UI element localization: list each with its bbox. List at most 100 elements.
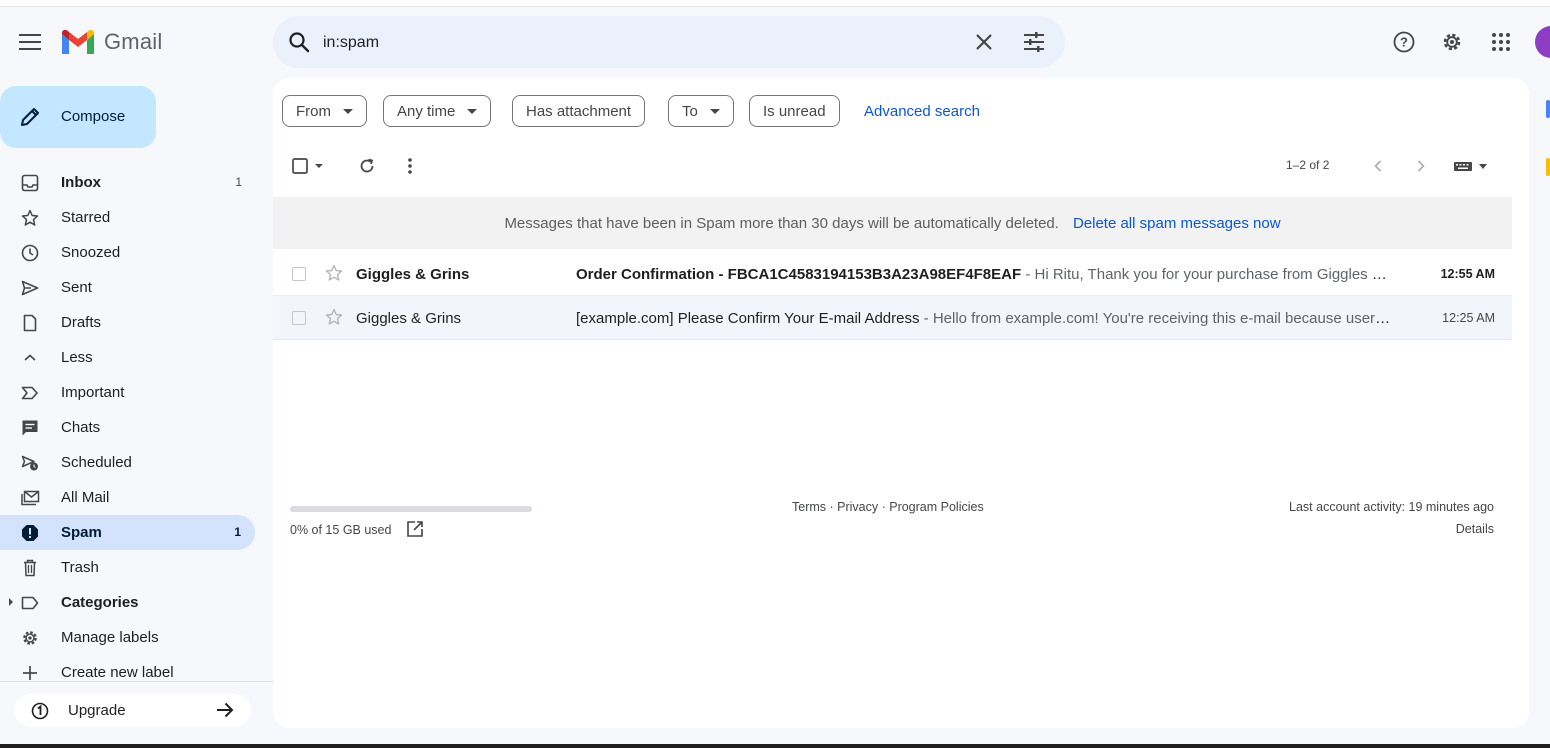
pagination-text: 1–2 of 2: [1286, 158, 1330, 172]
send-icon: [20, 278, 40, 298]
select-dropdown-button[interactable]: [313, 156, 325, 176]
compose-button[interactable]: Compose: [0, 86, 156, 148]
sidebar-item-manage-labels[interactable]: Manage labels: [0, 620, 256, 655]
draft-icon: [20, 313, 40, 333]
sidebar-item-label: Chats: [61, 419, 101, 436]
email-time: 12:25 AM: [1442, 311, 1495, 325]
more-vert-icon: [408, 158, 412, 174]
chevron-right-icon: [1417, 160, 1425, 172]
keyboard-icon: [1454, 162, 1472, 171]
sidebar-item-label: Inbox: [61, 174, 101, 191]
spam-banner: Messages that have been in Spam more tha…: [273, 197, 1512, 249]
sidebar-item-inbox[interactable]: Inbox 1: [0, 165, 256, 200]
email-row[interactable]: Giggles & Grins Order Confirmation - FBC…: [273, 252, 1512, 296]
sidebar-item-label: Sent: [61, 279, 92, 296]
chevron-left-icon: [1374, 160, 1382, 172]
help-icon: ?: [1393, 31, 1415, 53]
all-mail-icon: [20, 488, 40, 508]
upgrade-button[interactable]: Upgrade: [14, 694, 251, 727]
sidebar-item-important[interactable]: Important: [0, 375, 256, 410]
sidebar-item-snoozed[interactable]: Snoozed: [0, 235, 256, 270]
main-menu-button[interactable]: [18, 30, 42, 54]
sidebar-item-sent[interactable]: Sent: [0, 270, 256, 305]
scheduled-icon: [20, 453, 40, 473]
sidebar-item-less[interactable]: Less: [0, 340, 256, 375]
clock-icon: [20, 243, 40, 263]
filter-has-attachment-chip[interactable]: Has attachment: [512, 95, 646, 127]
sidebar-item-categories[interactable]: Categories: [0, 585, 256, 620]
search-options-button[interactable]: [1022, 30, 1046, 54]
chip-label: Has attachment: [526, 102, 632, 120]
select-all-checkbox[interactable]: [290, 156, 310, 176]
expand-arrow-icon[interactable]: [9, 598, 13, 606]
row-checkbox[interactable]: [292, 311, 306, 325]
filter-any-time-chip[interactable]: Any time: [383, 95, 492, 127]
search-bar[interactable]: [273, 16, 1065, 68]
sidebar-item-count: 1: [234, 525, 241, 539]
pencil-icon: [21, 108, 39, 126]
gear-icon: [1443, 33, 1461, 51]
sidebar-item-label: Scheduled: [61, 454, 132, 471]
external-link-icon[interactable]: [406, 520, 424, 538]
separator: ·: [826, 500, 838, 514]
search-input[interactable]: [321, 28, 945, 58]
side-panel-keep-icon[interactable]: [1546, 158, 1550, 176]
sidebar-item-drafts[interactable]: Drafts: [0, 305, 256, 340]
gmail-logo[interactable]: Gmail: [60, 26, 162, 58]
clear-search-button[interactable]: [972, 30, 996, 54]
filter-is-unread-chip[interactable]: Is unread: [749, 95, 840, 127]
sidebar-item-create-label[interactable]: Create new label: [0, 655, 256, 690]
more-actions-button[interactable]: [400, 156, 420, 176]
email-snippet: - Hello from example.com! You're receivi…: [923, 310, 1391, 327]
sidebar-item-label: Manage labels: [61, 629, 159, 646]
star-icon[interactable]: [325, 308, 343, 326]
sidebar-item-starred[interactable]: Starred: [0, 200, 256, 235]
window-top-strip: [0, 0, 1550, 7]
important-icon: [20, 383, 40, 403]
app-name: Gmail: [104, 29, 163, 54]
account-avatar[interactable]: [1535, 26, 1550, 58]
filter-to-chip[interactable]: To: [668, 95, 734, 127]
settings-button[interactable]: [1440, 30, 1464, 54]
help-button[interactable]: ?: [1392, 30, 1416, 54]
caret-down-icon: [315, 164, 323, 168]
advanced-search-link[interactable]: Advanced search: [864, 103, 980, 120]
sidebar-item-label: All Mail: [61, 489, 110, 506]
terms-link[interactable]: Terms: [792, 500, 826, 514]
email-sender: Giggles & Grins: [356, 310, 462, 327]
spam-banner-text: Messages that have been in Spam more tha…: [504, 214, 1059, 232]
sidebar-item-spam[interactable]: Spam 1: [0, 515, 255, 550]
row-checkbox[interactable]: [292, 267, 306, 281]
privacy-link[interactable]: Privacy: [837, 500, 878, 514]
refresh-button[interactable]: [357, 156, 377, 176]
star-icon[interactable]: [325, 264, 343, 282]
sidebar-item-trash[interactable]: Trash: [0, 550, 256, 585]
older-button[interactable]: [1411, 156, 1431, 176]
apps-button[interactable]: [1489, 30, 1513, 54]
newer-button[interactable]: [1368, 156, 1388, 176]
sidebar-item-label: Spam: [61, 524, 102, 541]
sidebar-item-count: 1: [235, 175, 242, 189]
sidebar-item-chats[interactable]: Chats: [0, 410, 256, 445]
sidebar-item-all-mail[interactable]: All Mail: [0, 480, 256, 515]
apps-grid-icon: [1492, 33, 1510, 51]
email-row[interactable]: Giggles & Grins [example.com] Please Con…: [273, 296, 1512, 340]
sidebar-item-label: Snoozed: [61, 244, 121, 261]
sidebar-item-label: Drafts: [61, 314, 102, 331]
storage-bar: [290, 506, 532, 512]
main-panel: From Any time Has attachment To Is unrea…: [273, 78, 1529, 728]
trash-icon: [20, 558, 40, 578]
input-tools-button[interactable]: [1450, 156, 1490, 176]
program-policies-link[interactable]: Program Policies: [889, 500, 983, 514]
filter-from-chip[interactable]: From: [282, 95, 367, 127]
email-subject-line: Order Confirmation - FBCA1C4583194153B3A…: [576, 266, 1391, 283]
side-panel-calendar-icon[interactable]: [1546, 100, 1550, 118]
search-icon[interactable]: [287, 30, 311, 54]
sidebar-item-scheduled[interactable]: Scheduled: [0, 445, 256, 480]
upgrade-icon: [30, 701, 50, 721]
plus-icon: [20, 663, 40, 683]
email-subject: [example.com] Please Confirm Your E-mail…: [576, 310, 920, 327]
gmail-m-icon: [62, 29, 94, 54]
details-link[interactable]: Details: [1456, 522, 1494, 536]
delete-all-spam-link[interactable]: Delete all spam messages now: [1073, 215, 1281, 232]
